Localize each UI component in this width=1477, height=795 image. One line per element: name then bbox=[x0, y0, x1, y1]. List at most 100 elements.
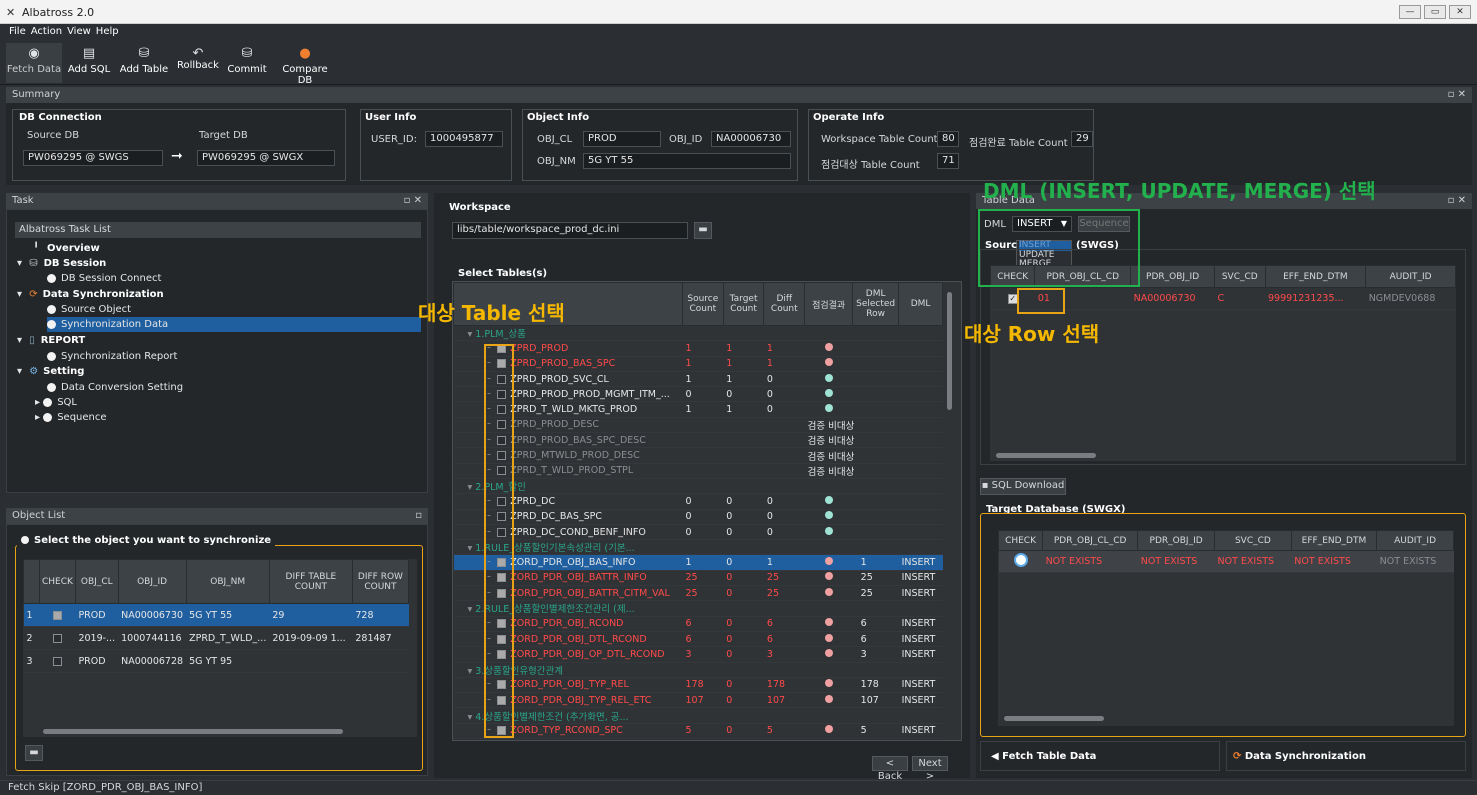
app-icon: ✕ bbox=[6, 6, 16, 19]
maximize-button[interactable]: ▭ bbox=[1424, 5, 1446, 19]
status-dot bbox=[824, 648, 833, 657]
tree-sync-report[interactable]: Synchronization Report bbox=[47, 349, 177, 364]
compare-db-button[interactable]: ● Compare DB bbox=[274, 43, 336, 86]
compare-db-icon: ● bbox=[299, 46, 311, 61]
tree-report[interactable]: ▾ ▯ REPORT bbox=[17, 333, 85, 348]
table-row[interactable]: ╴ ZPRD_PROD_PROD_MGMT_ITM_... 0 0 0 bbox=[453, 386, 943, 403]
table-row[interactable]: ╴ ZORD_PDR_OBJ_BATTR_CITM_VAL 25 0 25 25 INSER… bbox=[453, 585, 943, 602]
dml-annotation: DML (INSERT, UPDATE, MERGE) 선택 bbox=[983, 179, 1376, 203]
folder-button[interactable]: ▬ bbox=[25, 745, 43, 761]
user-id-field: 1000495877 bbox=[425, 131, 503, 147]
horizontal-scrollbar[interactable] bbox=[43, 729, 343, 734]
obj-id-field: NA00006730 bbox=[711, 131, 791, 147]
status-dot bbox=[824, 526, 833, 535]
fetch-table-data-button[interactable]: ◀ Fetch Table Data bbox=[980, 741, 1220, 771]
table-row[interactable]: ╴ ZORD_PDR_OBJ_OP_DTL_RCOND 3 0 3 3 INSERT bbox=[453, 646, 943, 663]
workspace-path-field[interactable]: libs/table/workspace_prod_dc.ini bbox=[452, 222, 688, 239]
tree-sequence[interactable]: ▸ Sequence bbox=[35, 410, 107, 425]
table-row[interactable]: ╴ ZORD_PDR_OBJ_RCOND 6 0 6 6 INSERT bbox=[453, 616, 943, 632]
commit-button[interactable]: ⛁ Commit bbox=[226, 43, 268, 83]
object-info-group: Object Info OBJ_CL PROD OBJ_ID NA0000673… bbox=[522, 109, 798, 181]
open-folder-button[interactable]: ▬ bbox=[694, 222, 712, 239]
sql-icon: ▤ bbox=[82, 46, 96, 61]
table-row[interactable]: ╴ ZORD_PDR_OBJ_BAS_INFO 1 0 1 1 INSERT bbox=[453, 554, 943, 571]
table-row[interactable]: 2 2019-... 1000744116 ZPRD_T_WLD_... 2019-09… bbox=[23, 626, 409, 650]
table-row[interactable]: ╴ ZORD_PDR_OBJ_TYP_REL 178 0 178 178 INSERT bbox=[453, 677, 943, 694]
tree-db-session[interactable]: ▾ ⛁ DB Session bbox=[17, 256, 106, 271]
tree-setting[interactable]: ▾ ⚙ Setting bbox=[17, 364, 84, 379]
menu-file[interactable]: File bbox=[9, 26, 26, 37]
table-annotation-box bbox=[484, 344, 514, 738]
table-row[interactable]: ╴ ZPRD_T_WLD_PROD_STPL 검증 비대상 bbox=[453, 463, 943, 479]
table-row[interactable]: ╴ ZORD_PDR_OBJ_TYP_REL_ETC 107 0 107 107 INSER… bbox=[453, 692, 943, 709]
next-button[interactable]: Next > bbox=[912, 756, 948, 782]
back-button[interactable]: < Back bbox=[872, 756, 908, 782]
tree-synchronization-data[interactable]: Synchronization Data bbox=[47, 317, 421, 332]
target-db-field: PW069295 @ SWGX bbox=[197, 150, 335, 166]
table-row[interactable]: ╴ ZPRD_DC 0 0 0 bbox=[453, 493, 943, 510]
close-button[interactable]: ✕ bbox=[1449, 5, 1471, 19]
menu-action[interactable]: Action bbox=[31, 26, 62, 37]
horizontal-scrollbar[interactable] bbox=[1004, 716, 1104, 721]
task-panel: Albatross Task List ╹ Overview ▾ ⛁ DB Sess… bbox=[6, 209, 428, 493]
table-row[interactable]: ╴ ZORD_TYP_RCOND_SPC 5 0 5 5 INSERT bbox=[453, 723, 943, 740]
rollback-button[interactable]: ↶ Rollback bbox=[176, 43, 220, 83]
object-table: CHECK OBJ_CL OBJ_ID OBJ_NM DIFF TABLE COUNT D… bbox=[23, 559, 417, 737]
db-connection-group: DB Connection Source DB Target DB PW0692… bbox=[12, 109, 346, 181]
table-row[interactable]: ▾ 1.RULE_상품할인기본속성관리 (기본... bbox=[453, 539, 943, 556]
tree-data-sync[interactable]: ▾ ⟳ Data Synchronization bbox=[17, 287, 164, 302]
table-row[interactable]: ╴ ZPRD_PROD_BAS_SPC 1 1 1 bbox=[453, 356, 943, 372]
folder-icon: ▬ bbox=[698, 224, 708, 235]
table-row[interactable]: ▾ 4.상품할인별제한조건 (추가화면, 공... bbox=[453, 707, 943, 724]
table-row[interactable]: ╴ ZPRD_MTWLD_PROD_DESC 검증 비대상 bbox=[453, 447, 943, 464]
menu-help[interactable]: Help bbox=[96, 26, 119, 37]
status-dot bbox=[824, 557, 833, 566]
arrow-right-icon: ➞ bbox=[171, 148, 183, 164]
table-row[interactable]: ╴ ZPRD_T_WLD_MKTG_PROD 1 1 0 bbox=[453, 401, 943, 418]
status-dot bbox=[824, 725, 833, 734]
add-table-button[interactable]: ⛁ Add Table bbox=[118, 43, 170, 83]
source-db-field: PW069295 @ SWGS bbox=[23, 150, 163, 166]
tree-overview[interactable]: ╹ Overview bbox=[33, 241, 100, 256]
status-dot bbox=[824, 495, 833, 504]
status-dot bbox=[824, 342, 833, 351]
table-row[interactable]: ╴ ZPRD_DC_COND_BENF_INFO 0 0 0 bbox=[453, 524, 943, 541]
tree-source-object[interactable]: Source Object bbox=[47, 302, 131, 317]
table-row[interactable]: ╴ ZPRD_DC_BAS_SPC 0 0 0 bbox=[453, 509, 943, 525]
minimize-button[interactable]: — bbox=[1399, 5, 1421, 19]
table-row[interactable]: ▾ 3.상품할인유형간관계 bbox=[453, 662, 943, 678]
table-row[interactable]: ╴ ZPRD_PROD_DESC 검증 비대상 bbox=[453, 417, 943, 434]
table-row[interactable]: ╴ ZORD_PDR_OBJ_DTL_RCOND 6 0 6 6 INSERT bbox=[453, 631, 943, 648]
fetch-data-button[interactable]: ◉ Fetch Data bbox=[6, 43, 62, 83]
vertical-scrollbar[interactable] bbox=[947, 292, 952, 410]
table-row[interactable]: ╴ ZORD_PDR_OBJ_BATTR_INFO 25 0 25 25 INSERT bbox=[453, 570, 943, 587]
add-sql-button[interactable]: ▤ Add SQL bbox=[66, 43, 112, 83]
table-row[interactable]: ▾ 2.RULE_상품할인별제한조건관리 (제... bbox=[453, 600, 943, 617]
horizontal-scrollbar[interactable] bbox=[996, 453, 1096, 458]
table-row[interactable]: ╴ ZPRD_PROD 1 1 1 bbox=[453, 340, 943, 357]
table-row[interactable]: ▾ 1.PLM_상품 bbox=[453, 325, 943, 342]
table-row[interactable]: ▾ 2.PLM_할인 bbox=[453, 478, 943, 495]
object-list-panel: Select the object you want to synchroniz… bbox=[6, 524, 428, 776]
tree-data-conversion[interactable]: Data Conversion Setting bbox=[47, 380, 183, 395]
tree-db-session-connect[interactable]: DB Session Connect bbox=[47, 271, 161, 286]
sql-download-button[interactable]: ▪ SQL Download bbox=[980, 478, 1066, 495]
table-row[interactable]: ╴ ZPRD_PROD_BAS_SPC_DESC 검증 비대상 bbox=[453, 432, 943, 449]
data-sync-button[interactable]: ⟳ Data Synchronization bbox=[1226, 741, 1466, 771]
table-row[interactable]: NOT EXISTS NOT EXISTS NOT EXISTS NOT EXISTS… bbox=[998, 550, 1454, 573]
table-row[interactable]: 1 PROD NA00006730 5G YT 55 29 728 bbox=[23, 603, 409, 627]
table-row[interactable]: ╴ ZPRD_PROD_SVC_CL 1 1 0 bbox=[453, 371, 943, 388]
tree-sql[interactable]: ▸ SQL bbox=[35, 395, 77, 410]
tables-grid-box: Source Count Target Count Diff Count 점검결과 DM… bbox=[452, 281, 962, 741]
obj-nm-field: 5G YT 55 bbox=[583, 153, 791, 169]
row-annotation: 대상 Row 선택 bbox=[964, 322, 1100, 346]
user-info-group: User Info USER_ID: 1000495877 bbox=[360, 109, 512, 181]
dml-annotation-box bbox=[978, 209, 1140, 287]
status-dot bbox=[824, 679, 833, 688]
workspace-panel: Workspace libs/table/workspace_prod_dc.i… bbox=[434, 193, 970, 782]
menu-view[interactable]: View bbox=[67, 26, 91, 37]
task-list-title: Albatross Task List bbox=[15, 222, 421, 238]
table-row[interactable]: 3 PROD NA00006728 5G YT 95 bbox=[23, 649, 409, 673]
status-dot bbox=[824, 388, 833, 397]
status-dot bbox=[824, 633, 833, 642]
